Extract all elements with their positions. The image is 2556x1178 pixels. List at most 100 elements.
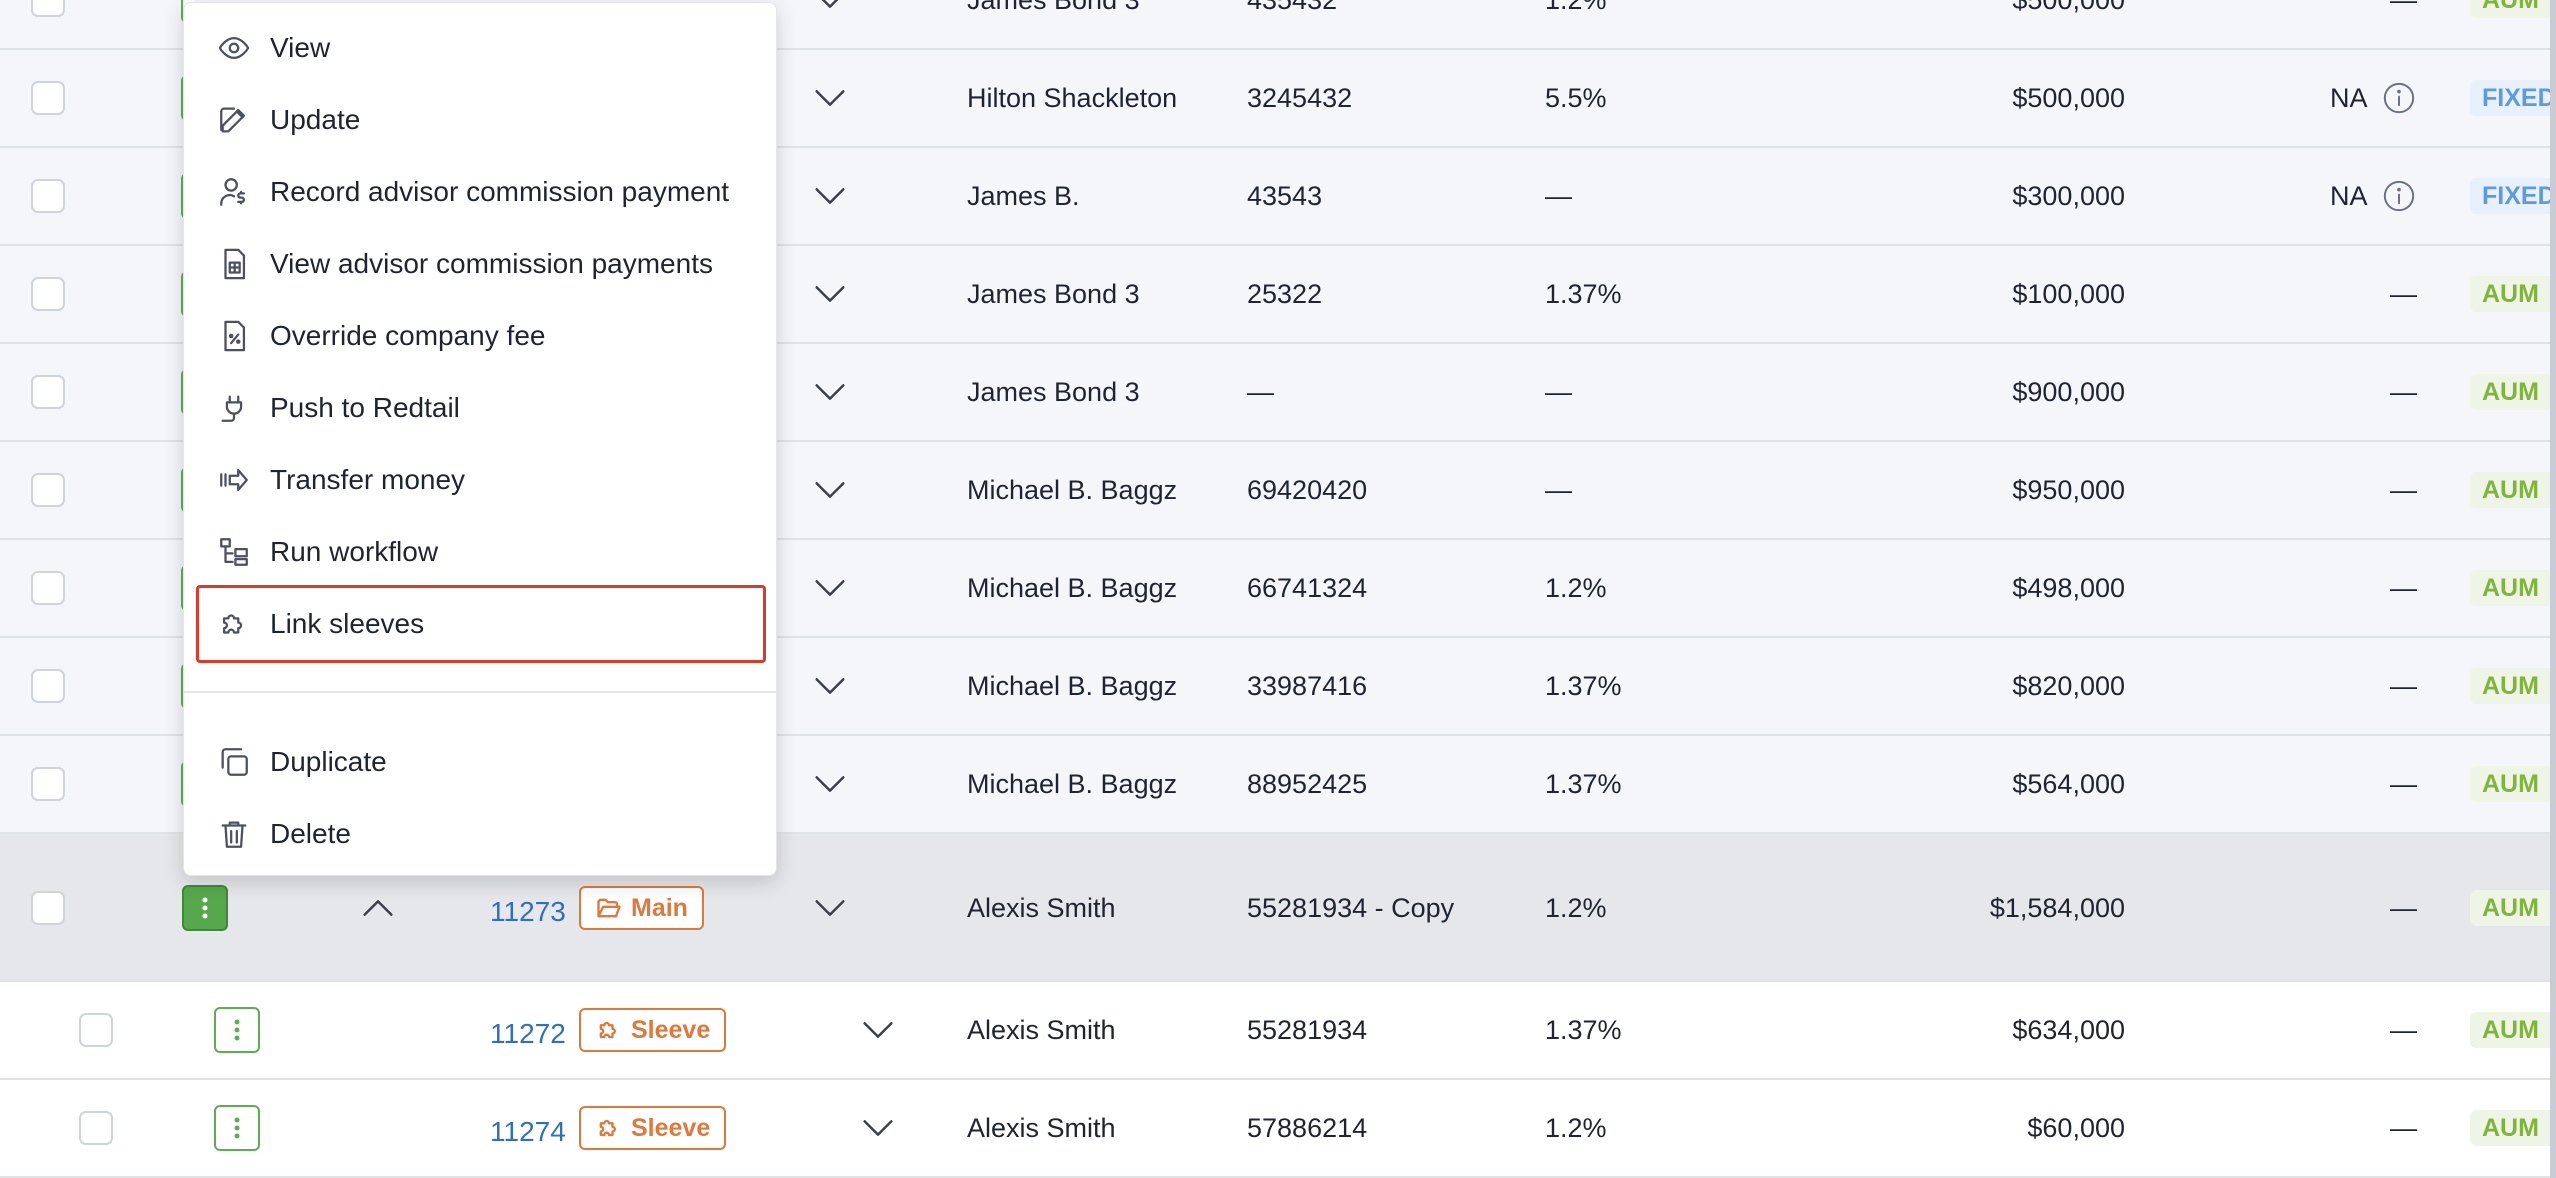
row-checkbox[interactable] <box>79 1111 113 1145</box>
fee-type-badge: AUM <box>2470 1110 2556 1146</box>
expand-chevron[interactable] <box>813 480 847 505</box>
account-value: $100,000 <box>2012 279 2125 309</box>
account-value: $950,000 <box>2012 475 2125 505</box>
expand-chevron[interactable] <box>813 898 847 923</box>
account-number: 88952425 <box>1247 769 1368 799</box>
info-icon[interactable] <box>2382 179 2416 213</box>
expand-chevron[interactable] <box>813 0 847 15</box>
menu-item-update[interactable]: Update <box>204 91 758 149</box>
expand-chevron[interactable] <box>813 676 847 701</box>
row-checkbox[interactable] <box>31 277 65 311</box>
menu-item-label: Record advisor commission payment <box>270 176 730 207</box>
row-checkbox[interactable] <box>31 891 65 925</box>
row-checkbox[interactable] <box>31 0 65 17</box>
workflow-icon <box>216 534 252 570</box>
eye-icon <box>216 30 252 66</box>
expand-chevron[interactable] <box>813 284 847 309</box>
sleeve-tag-label: Sleeve <box>631 1113 711 1142</box>
account-id-link[interactable]: 11272 <box>490 1017 566 1051</box>
row-checkbox[interactable] <box>31 571 65 605</box>
menu-item-delete[interactable]: Delete <box>204 805 758 863</box>
menu-item-transfer-money[interactable]: Transfer money <box>204 451 758 509</box>
menu-item-link-sleeves[interactable]: Link sleeves <box>196 585 766 663</box>
owner-name: James Bond 3 <box>967 0 1140 15</box>
account-value: $900,000 <box>2012 377 2125 407</box>
main-tag: Main <box>579 886 704 930</box>
puzzle-icon <box>595 1016 623 1044</box>
expand-chevron[interactable] <box>813 186 847 211</box>
advisor-fee-value: — <box>2390 893 2417 923</box>
expand-chevron[interactable] <box>813 774 847 799</box>
fee-rate: — <box>1545 475 1572 505</box>
owner-name: James Bond 3 <box>967 279 1140 309</box>
row-checkbox[interactable] <box>31 375 65 409</box>
fee-type-badge: FIXED <box>2470 80 2556 116</box>
account-number: 435432 <box>1247 0 1338 15</box>
menu-item-override-company-fee[interactable]: Override company fee <box>204 307 758 365</box>
fee-type-badge: AUM <box>2470 0 2556 18</box>
expand-chevron[interactable] <box>813 578 847 603</box>
account-number: 43543 <box>1247 181 1323 211</box>
advisor-fee-value: — <box>2390 573 2417 603</box>
menu-item-label: Update <box>270 104 361 135</box>
fee-type-badge: AUM <box>2470 374 2556 410</box>
collapse-chevron[interactable] <box>361 898 395 923</box>
menu-item-view-advisor-commission-payments[interactable]: View advisor commission payments <box>204 235 758 293</box>
row-actions-button[interactable] <box>214 1007 260 1053</box>
menu-item-run-workflow[interactable]: Run workflow <box>204 523 758 581</box>
table-row-sleeve[interactable]: 11272 Sleeve Alexis Smith 55281934 1.37% $634… <box>0 982 2556 1080</box>
fee-rate: 1.37% <box>1545 671 1622 701</box>
account-id-link[interactable]: 11273 <box>490 895 566 929</box>
row-checkbox[interactable] <box>79 1013 113 1047</box>
row-checkbox[interactable] <box>31 669 65 703</box>
menu-item-label: View advisor commission payments <box>270 248 713 279</box>
account-number: 69420420 <box>1247 475 1368 505</box>
expand-chevron[interactable] <box>861 1020 895 1045</box>
expand-chevron[interactable] <box>861 1118 895 1143</box>
info-icon[interactable] <box>2382 81 2416 115</box>
menu-item-duplicate[interactable]: Duplicate <box>204 733 758 791</box>
menu-item-push-to-redtail[interactable]: Push to Redtail <box>204 379 758 437</box>
copy-icon <box>216 744 252 780</box>
advisor-fee-value: — <box>2390 1015 2417 1045</box>
expand-chevron[interactable] <box>813 88 847 113</box>
row-actions-button[interactable] <box>182 885 228 931</box>
advisor-fee-value: NA <box>2330 181 2368 211</box>
row-actions-menu: View Update Record advisor commission paym… <box>183 2 777 876</box>
sleeve-tag-label: Sleeve <box>631 1015 711 1044</box>
account-number: 55281934 - Copy <box>1247 893 1455 923</box>
menu-item-label: Transfer money <box>270 464 466 495</box>
menu-item-record-advisor-commission-payment[interactable]: Record advisor commission payment <box>204 163 758 221</box>
account-id-link[interactable]: 11274 <box>490 1115 566 1149</box>
owner-name: James B. <box>967 181 1080 211</box>
vertical-scrollbar[interactable] <box>2550 0 2556 1178</box>
folder-open-icon <box>595 894 623 922</box>
row-checkbox[interactable] <box>31 179 65 213</box>
account-value: $564,000 <box>2012 769 2125 799</box>
advisor-fee-value: — <box>2390 279 2417 309</box>
advisor-fee-value: — <box>2390 1113 2417 1143</box>
account-value: $500,000 <box>2012 83 2125 113</box>
account-value: $300,000 <box>2012 181 2125 211</box>
row-checkbox[interactable] <box>31 473 65 507</box>
row-checkbox[interactable] <box>31 81 65 115</box>
menu-item-label: Link sleeves <box>270 608 425 639</box>
fee-rate: — <box>1545 377 1572 407</box>
menu-item-label: Override company fee <box>270 320 546 351</box>
expand-chevron[interactable] <box>813 382 847 407</box>
menu-item-view[interactable]: View <box>204 19 758 77</box>
account-number: 3245432 <box>1247 83 1353 113</box>
advisor-fee-value: — <box>2390 769 2417 799</box>
fee-rate: 1.2% <box>1545 573 1607 603</box>
advisor-fee-value: — <box>2390 377 2417 407</box>
account-number: 33987416 <box>1247 671 1368 701</box>
row-checkbox[interactable] <box>31 767 65 801</box>
sleeve-tag: Sleeve <box>579 1008 727 1052</box>
row-actions-button[interactable] <box>214 1105 260 1151</box>
trash-icon <box>216 816 252 852</box>
table-row-sleeve[interactable]: 11274 Sleeve Alexis Smith 57886214 1.2% $60,0… <box>0 1080 2556 1178</box>
owner-name: Michael B. Baggz <box>967 573 1178 603</box>
account-value: $500,000 <box>2012 0 2125 15</box>
fee-type-badge: AUM <box>2470 472 2556 508</box>
fee-type-badge: AUM <box>2470 276 2556 312</box>
